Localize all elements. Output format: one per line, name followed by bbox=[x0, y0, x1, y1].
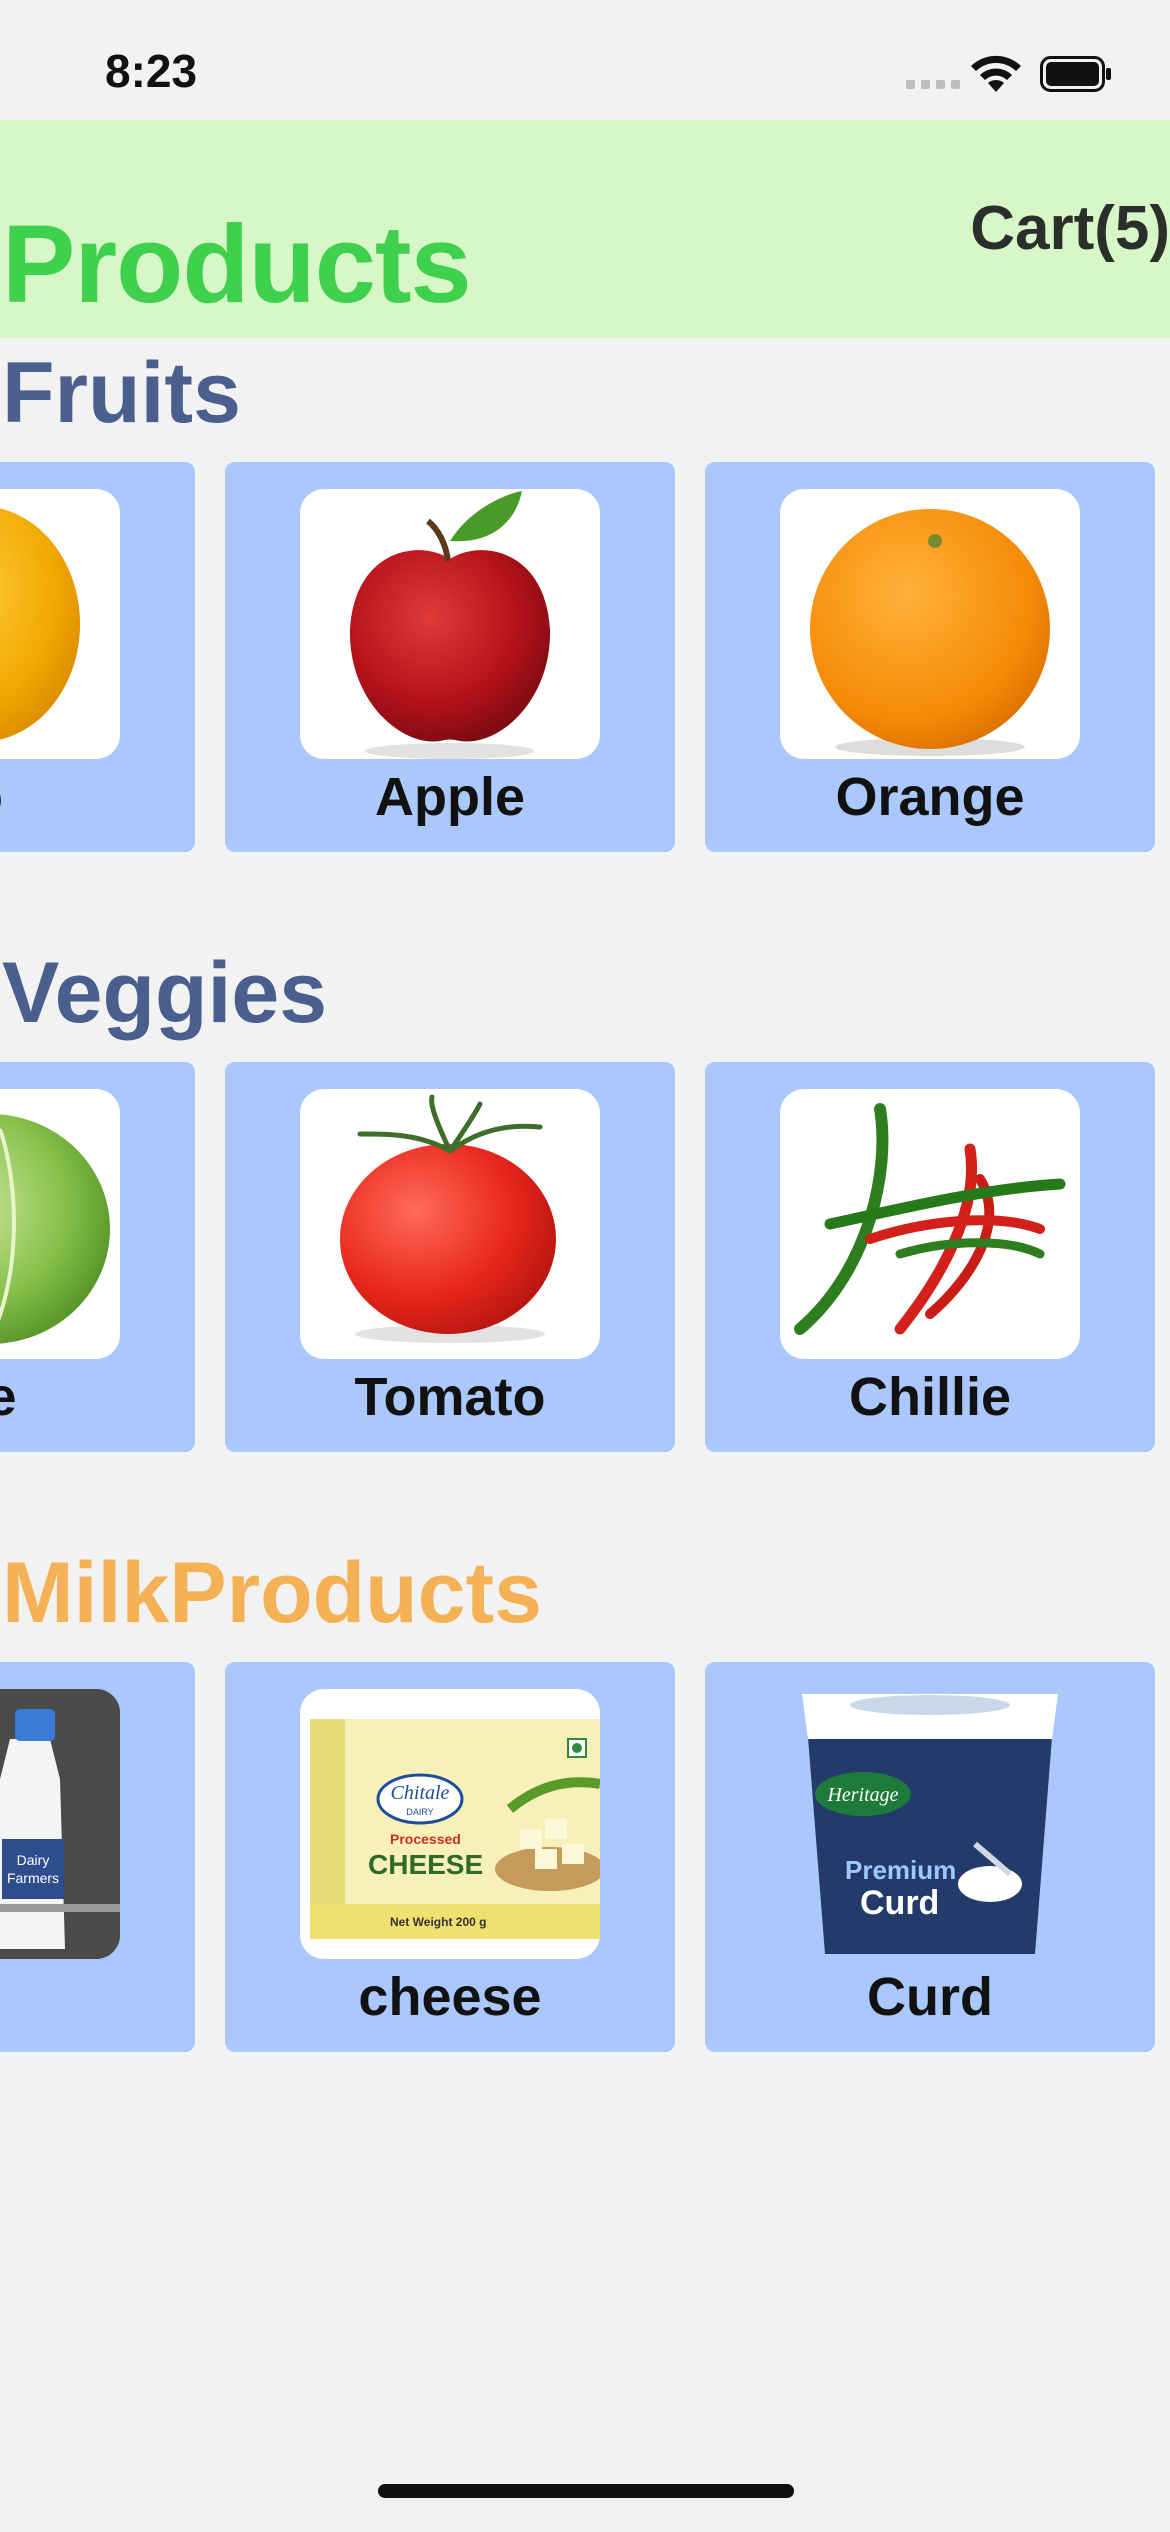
product-label: Curd bbox=[867, 1967, 993, 2027]
product-card-apple[interactable]: Apple bbox=[225, 462, 675, 852]
section-title-fruits: Fruits bbox=[2, 345, 241, 441]
product-card-cheese[interactable]: Chitale DAIRY Processed CHEESE Net Weigh… bbox=[225, 1662, 675, 2052]
cabbage-image bbox=[0, 1089, 120, 1359]
section-title-milkproducts: MilkProducts bbox=[2, 1545, 542, 1641]
svg-text:DAIRY: DAIRY bbox=[406, 1807, 433, 1817]
product-card-orange[interactable]: Orange bbox=[705, 462, 1155, 852]
product-label: Apple bbox=[374, 767, 525, 827]
product-label: Orange bbox=[835, 767, 1025, 827]
product-label: k bbox=[0, 1966, 195, 2028]
svg-text:Curd: Curd bbox=[860, 1884, 939, 1922]
cellular-signal-icon bbox=[906, 80, 960, 90]
product-label: go bbox=[0, 766, 195, 828]
svg-text:Dairy: Dairy bbox=[17, 1852, 50, 1868]
cheese-image: Chitale DAIRY Processed CHEESE Net Weigh… bbox=[300, 1689, 600, 1959]
mango-image bbox=[0, 489, 120, 759]
cart-button[interactable]: Cart(5) bbox=[970, 198, 1170, 260]
product-label: Tomato bbox=[354, 1367, 546, 1427]
home-indicator[interactable] bbox=[378, 2484, 794, 2498]
svg-text:Farmers: Farmers bbox=[7, 1870, 59, 1886]
svg-text:Chitale: Chitale bbox=[391, 1782, 450, 1804]
product-card-cabbage[interactable]: age bbox=[0, 1062, 195, 1452]
product-label: cheese bbox=[358, 1967, 542, 2027]
wifi-icon bbox=[971, 55, 1021, 92]
product-row-veggies[interactable]: age Tomato Chillie bbox=[0, 1062, 1170, 1452]
curd-image: Heritage Premium Curd bbox=[780, 1689, 1080, 1959]
product-label: Chillie bbox=[848, 1367, 1012, 1427]
header-bar: Products Cart(5) bbox=[0, 120, 1170, 338]
section-title-veggies: Veggies bbox=[2, 945, 328, 1041]
product-label: age bbox=[0, 1367, 17, 1427]
product-card-chillie[interactable]: Chillie bbox=[705, 1062, 1155, 1452]
svg-text:Heritage: Heritage bbox=[826, 1784, 898, 1806]
product-card-milk[interactable]: Dairy Farmers k bbox=[0, 1662, 195, 2052]
product-row-fruits[interactable]: go Apple Orange bbox=[0, 462, 1170, 852]
product-card-mango[interactable]: go bbox=[0, 462, 195, 852]
apple-image bbox=[300, 489, 600, 759]
page-title: Products bbox=[2, 203, 472, 326]
status-time: 8:23 bbox=[105, 45, 198, 97]
tomato-image bbox=[300, 1089, 600, 1359]
product-card-curd[interactable]: Heritage Premium Curd Curd bbox=[705, 1662, 1155, 2052]
product-card-tomato[interactable]: Tomato bbox=[225, 1062, 675, 1452]
product-row-milkproducts[interactable]: Dairy Farmers k Chitale DAIRY Processed … bbox=[0, 1662, 1170, 2052]
svg-text:Processed: Processed bbox=[390, 1831, 461, 1847]
status-bar: 8:23 bbox=[0, 0, 1170, 120]
svg-text:Premium: Premium bbox=[845, 1855, 956, 1885]
chillie-image bbox=[780, 1089, 1080, 1359]
svg-text:CHEESE: CHEESE bbox=[368, 1849, 483, 1880]
orange-image bbox=[780, 489, 1080, 759]
milk-bottle-image: Dairy Farmers bbox=[0, 1689, 120, 1959]
svg-text:Net Weight 200 g: Net Weight 200 g bbox=[390, 1915, 486, 1929]
battery-icon bbox=[1040, 56, 1111, 92]
